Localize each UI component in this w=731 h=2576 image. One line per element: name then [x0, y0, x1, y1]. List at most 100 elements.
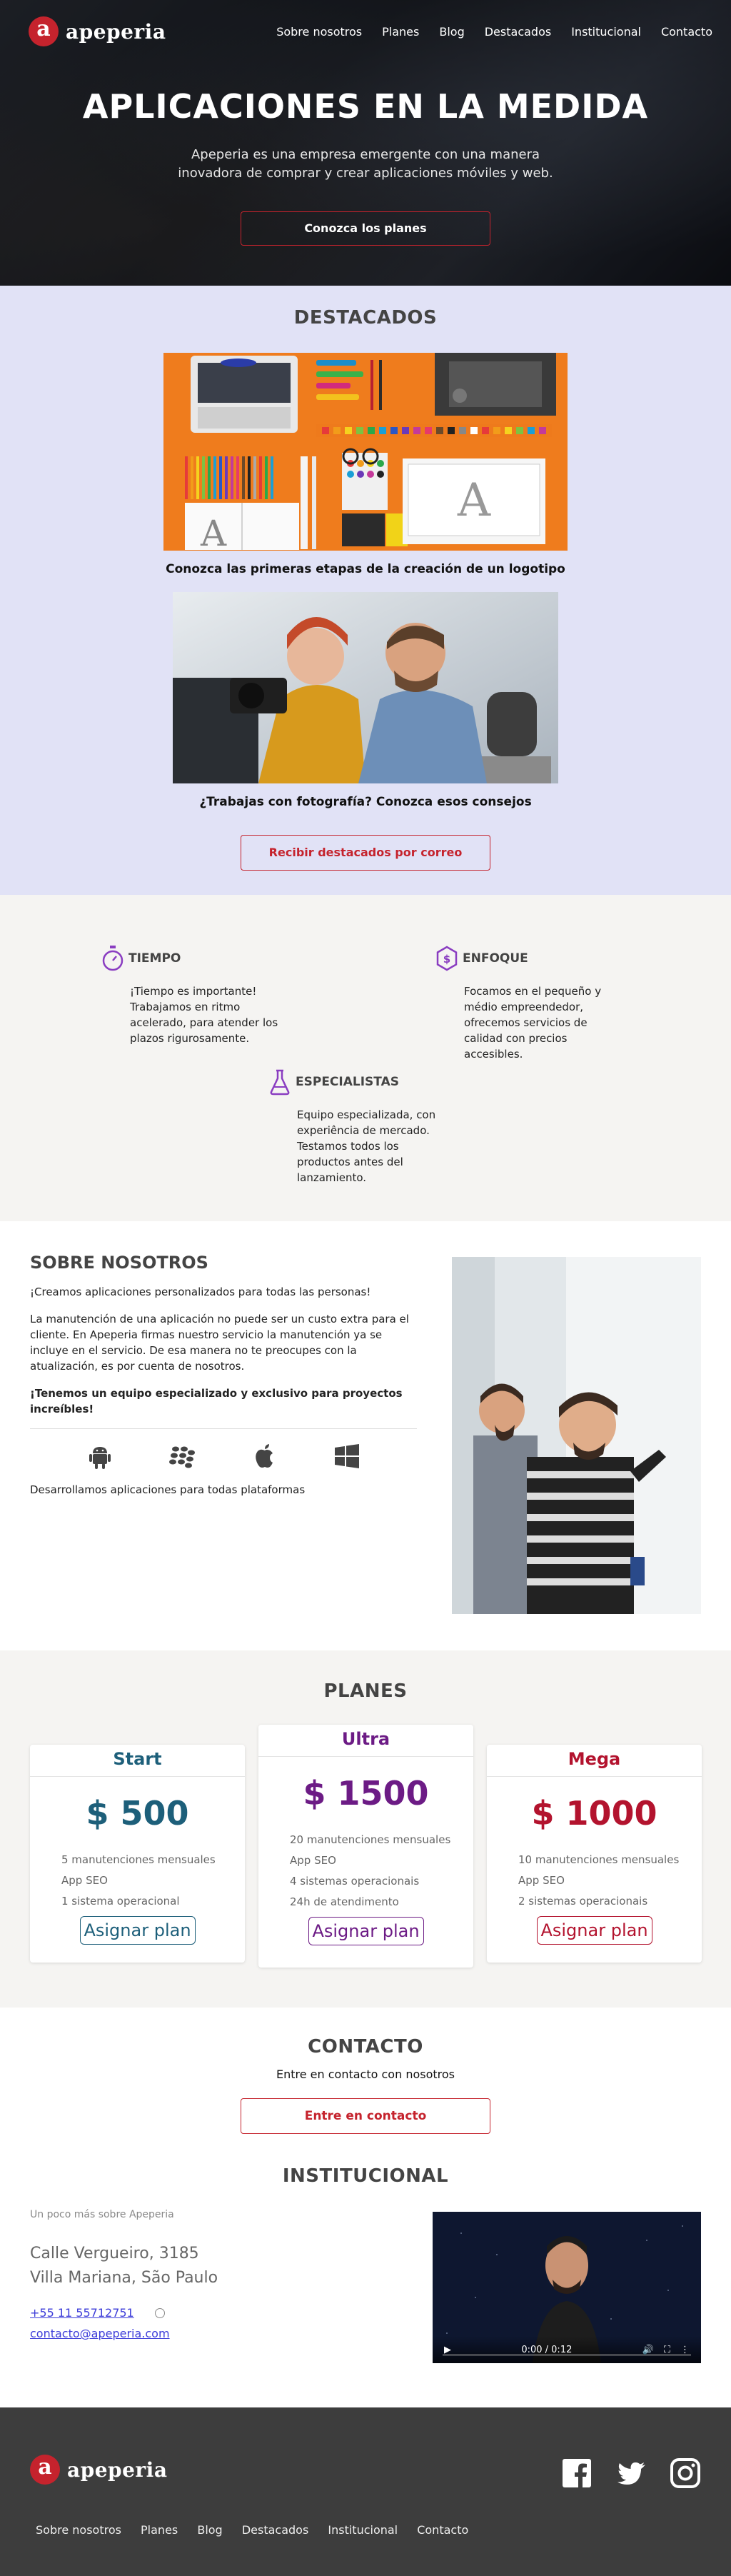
plan-feature: 2 sistemas operacionais: [518, 1895, 648, 1908]
nav-sobre-nosotros[interactable]: Sobre nosotros: [276, 25, 362, 39]
about-content: SOBRE NOSOTROS ¡Creamos aplicaciones per…: [30, 1253, 417, 1498]
plan-feature: 20 manutenciones mensuales: [290, 1833, 451, 1846]
top-bar: a apeperia Sobre nosotros Planes Blog De…: [0, 0, 731, 51]
video-time: 0:00 / 0:12: [521, 2344, 573, 2355]
video-controls: ▶ 0:00 / 0:12 🔊 ⛶ ⋮: [433, 2336, 701, 2363]
nav-contacto[interactable]: Contacto: [661, 25, 712, 39]
plans-row: Start $ 500 5 manutenciones mensuales Ap…: [0, 1725, 731, 1973]
institutional-info: Un poco más sobre Apeperia Calle Verguei…: [30, 2209, 218, 2340]
plan-feature: 5 manutenciones mensuales: [61, 1853, 216, 1866]
footer: a apeperia Sobre nosotros Planes Blog De…: [0, 2407, 731, 2576]
footer-nav-blog[interactable]: Blog: [197, 2523, 222, 2537]
email-link[interactable]: contacto@apeperia.com: [30, 2327, 218, 2340]
plan-feature: 10 manutenciones mensuales: [518, 1853, 680, 1866]
footer-brand-name: apeperia: [67, 2457, 168, 2482]
contact-title: CONTACTO: [308, 2036, 423, 2058]
address-line-2: Villa Mariana, São Paulo: [30, 2269, 218, 2287]
contact-section: CONTACTO Entre en contacto con nosotros …: [0, 2008, 731, 2407]
whatsapp-icon[interactable]: [154, 2308, 165, 2318]
logo-mark-icon: a: [29, 16, 59, 46]
plan-features-ultra: 20 manutenciones mensuales App SEO 4 sis…: [290, 1830, 473, 1913]
footer-brand-logo[interactable]: a apeperia: [30, 2455, 167, 2485]
service-tiempo-title: TIEMPO: [128, 951, 181, 966]
logo-design-image[interactable]: A A: [163, 353, 568, 551]
services-section: TIEMPO ¡Tiempo es importante! Trabajamos…: [0, 895, 731, 1221]
about-title: SOBRE NOSOTROS: [30, 1253, 208, 1273]
contact-button[interactable]: Entre en contacto: [241, 2098, 490, 2134]
stopwatch-icon: [102, 946, 123, 971]
institutional-intro: Un poco más sobre Apeperia: [30, 2209, 174, 2220]
institutional-title: INSTITUCIONAL: [282, 2165, 449, 2187]
android-icon: [89, 1447, 111, 1469]
footer-nav-institucional[interactable]: Institucional: [328, 2523, 398, 2537]
photographers-illustration: [173, 592, 558, 783]
plan-name-mega: Mega: [487, 1745, 702, 1777]
destacados-section: DESTACADOS A A Conozca las primeras etap…: [0, 286, 731, 895]
design-tools-illustration: A A: [163, 353, 568, 551]
nav-planes[interactable]: Planes: [382, 25, 419, 39]
assign-plan-ultra-button[interactable]: Asignar plan: [308, 1917, 424, 1945]
plan-card-start: Start $ 500 5 manutenciones mensuales Ap…: [30, 1745, 245, 1963]
service-enfoque-text: Focamos en el pequeño y médio empreended…: [464, 985, 602, 1061]
plan-name-ultra: Ultra: [258, 1725, 473, 1757]
nav-destacados[interactable]: Destacados: [485, 25, 551, 39]
plan-feature: App SEO: [290, 1854, 336, 1867]
plan-price-mega: $ 1000: [531, 1794, 657, 1833]
nav-blog[interactable]: Blog: [439, 25, 464, 39]
dollar-hex-icon: $: [436, 946, 458, 971]
instagram-icon[interactable]: [670, 2457, 701, 2492]
service-tiempo-text: ¡Tiempo es importante! Trabajamos en rit…: [130, 985, 278, 1045]
plans-title: PLANES: [323, 1680, 408, 1702]
windows-icon: [335, 1444, 360, 1468]
video-player[interactable]: ▶ 0:00 / 0:12 🔊 ⛶ ⋮: [433, 2212, 701, 2363]
facebook-icon[interactable]: [561, 2457, 593, 2492]
plan-feature: 4 sistemas operacionais: [290, 1875, 420, 1888]
platforms-row: [30, 1429, 417, 1470]
footer-nav-planes[interactable]: Planes: [141, 2523, 178, 2537]
feature-caption-logo[interactable]: Conozca las primeras etapas de la creaci…: [0, 562, 731, 576]
svg-text:A: A: [457, 474, 491, 527]
volume-icon[interactable]: 🔊: [642, 2345, 654, 2355]
feature-caption-photo[interactable]: ¿Trabajas con fotografía? Conozca esos c…: [0, 795, 731, 809]
more-options-icon[interactable]: ⋮: [680, 2345, 690, 2355]
service-especialistas-head: ESPECIALISTAS: [268, 1068, 454, 1096]
play-icon[interactable]: ▶: [444, 2345, 451, 2355]
footer-nav: Sobre nosotros Planes Blog Destacados In…: [36, 2523, 484, 2537]
service-especialistas-text: Equipo especializada, con experiência de…: [297, 1108, 436, 1184]
service-enfoque: $ ENFOQUE Focamos en el pequeño y médio …: [435, 945, 621, 1062]
footer-nav-contacto[interactable]: Contacto: [417, 2523, 468, 2537]
address-line-1: Calle Vergueiro, 3185: [30, 2245, 199, 2262]
brand-name: apeperia: [66, 19, 166, 44]
platforms-text: Desarrollamos aplicaciones para todas pl…: [30, 1483, 306, 1496]
service-especialistas: ESPECIALISTAS Equipo especializada, con …: [268, 1068, 454, 1186]
hero-plans-button[interactable]: Conozca los planes: [241, 211, 490, 246]
service-especialistas-title: ESPECIALISTAS: [296, 1075, 399, 1089]
brand-logo[interactable]: a apeperia: [29, 16, 166, 46]
plan-card-mega: Mega $ 1000 10 manutenciones mensuales A…: [487, 1745, 702, 1963]
team-illustration: [452, 1257, 701, 1614]
service-enfoque-head: $ ENFOQUE: [435, 945, 621, 972]
footer-nav-destacados[interactable]: Destacados: [242, 2523, 308, 2537]
twitter-icon[interactable]: [615, 2457, 647, 2492]
photography-image[interactable]: [173, 592, 558, 783]
service-tiempo-head: TIEMPO: [101, 945, 287, 972]
plan-price-start: $ 500: [86, 1794, 189, 1833]
hero-subtitle: Apeperia es una empresa emergente con un…: [178, 147, 553, 181]
about-paragraph-2: La manutención de una aplicación no pued…: [30, 1313, 409, 1373]
hero-section: a apeperia Sobre nosotros Planes Blog De…: [0, 0, 731, 286]
plan-features-start: 5 manutenciones mensuales App SEO 1 sist…: [61, 1850, 245, 1912]
footer-nav-sobre-nosotros[interactable]: Sobre nosotros: [36, 2523, 121, 2537]
service-tiempo: TIEMPO ¡Tiempo es importante! Trabajamos…: [101, 945, 287, 1046]
fullscreen-icon[interactable]: ⛶: [664, 2345, 670, 2355]
plans-section: PLANES Start $ 500 5 manutenciones mensu…: [0, 1650, 731, 2008]
receive-featured-button[interactable]: Recibir destacados por correo: [241, 835, 490, 871]
plan-feature: App SEO: [518, 1874, 565, 1887]
nav-institucional[interactable]: Institucional: [571, 25, 641, 39]
assign-plan-start-button[interactable]: Asignar plan: [79, 1916, 196, 1945]
contact-subtitle: Entre en contacto con nosotros: [276, 2068, 455, 2081]
service-enfoque-title: ENFOQUE: [463, 951, 528, 966]
blackberry-icon: [169, 1446, 196, 1468]
phone-link[interactable]: +55 11 55712751: [30, 2306, 134, 2320]
plan-feature: 1 sistema operacional: [61, 1895, 180, 1908]
assign-plan-mega-button[interactable]: Asignar plan: [536, 1916, 652, 1945]
